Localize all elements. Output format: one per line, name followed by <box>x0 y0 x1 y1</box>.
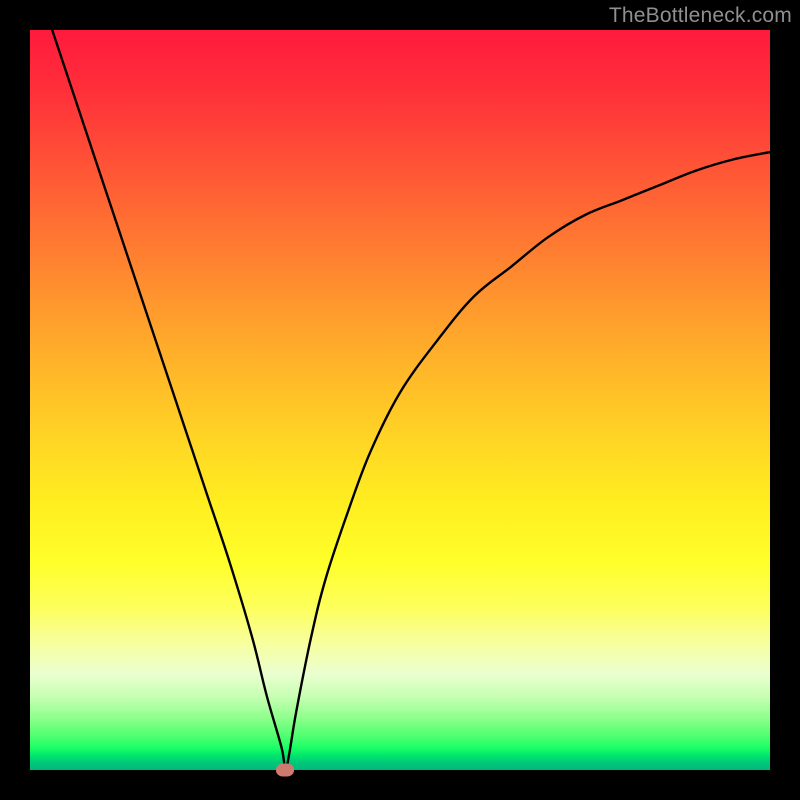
watermark-text: TheBottleneck.com <box>609 4 792 28</box>
chart-frame: TheBottleneck.com <box>0 0 800 800</box>
bottleneck-curve <box>30 30 770 770</box>
plot-area <box>30 30 770 770</box>
optimal-point-marker <box>276 764 294 777</box>
